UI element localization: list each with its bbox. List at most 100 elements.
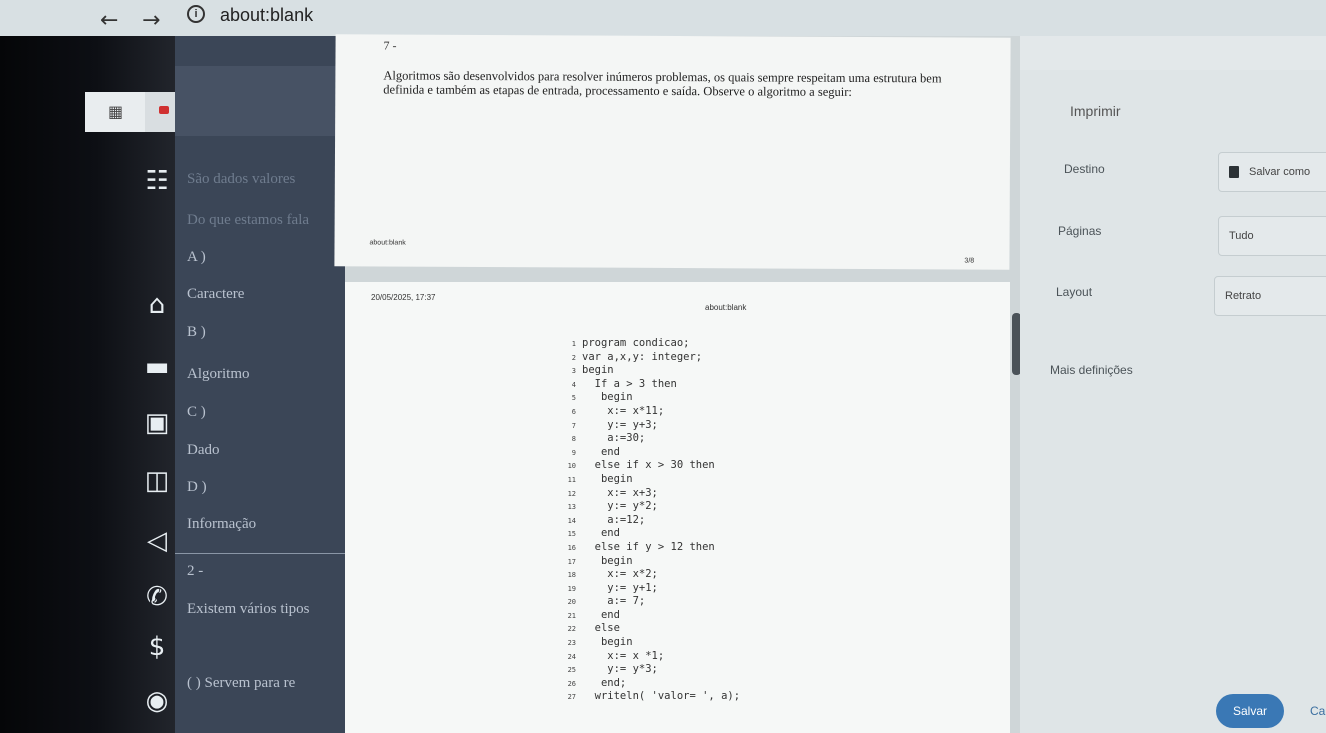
apps-tile[interactable]: ▦ bbox=[85, 92, 145, 132]
line-number: 24 bbox=[567, 652, 576, 661]
code-text: x:= x+3; bbox=[582, 486, 658, 499]
browser-toolbar: ← → i about:blank bbox=[0, 0, 1326, 36]
question-text: Algoritmos são desenvolvidos para resolv… bbox=[383, 68, 942, 99]
option-a-answer[interactable]: Caractere bbox=[187, 286, 244, 303]
line-number: 21 bbox=[567, 611, 576, 620]
code-line: 7 y:= y+3; bbox=[560, 419, 740, 433]
left-sidebar: ▦ ☷ ⌂ ▬ ▣ ◫ ◁ ✆ $ ◉ bbox=[0, 36, 175, 733]
save-button[interactable]: Salvar bbox=[1216, 694, 1284, 728]
code-line: 14 a:=12; bbox=[560, 514, 740, 528]
line-number: 17 bbox=[567, 557, 576, 566]
code-line: 16 else if y > 12 then bbox=[560, 541, 740, 555]
code-text: end bbox=[582, 527, 620, 540]
question-2-item[interactable]: ( ) Servem para re bbox=[187, 675, 295, 692]
red-badge-icon bbox=[159, 106, 169, 114]
line-number: 14 bbox=[567, 516, 576, 525]
code-line: 25 y:= y*3; bbox=[560, 663, 740, 677]
layout-select[interactable]: Retrato bbox=[1214, 276, 1326, 316]
pages-label: Páginas bbox=[1058, 224, 1102, 238]
code-line: 18 x:= x*2; bbox=[560, 568, 740, 582]
code-line: 12 x:= x+3; bbox=[560, 487, 740, 501]
option-a-label: A ) bbox=[187, 249, 206, 265]
code-text: else bbox=[582, 622, 620, 635]
site-info-icon[interactable]: i bbox=[187, 5, 205, 23]
option-c-label: C ) bbox=[187, 404, 206, 420]
question-2-number: 2 - bbox=[187, 563, 204, 579]
line-number: 23 bbox=[567, 639, 576, 648]
line-number: 8 bbox=[571, 435, 576, 444]
page-footer-url: about:blank bbox=[369, 239, 406, 247]
megaphone-icon[interactable]: ◁ bbox=[140, 526, 174, 556]
line-number: 13 bbox=[567, 503, 576, 512]
code-text: program condicao; bbox=[582, 337, 690, 349]
back-arrow-icon[interactable]: ← bbox=[100, 8, 118, 33]
option-b-answer[interactable]: Algoritmo bbox=[187, 366, 250, 383]
code-text: x:= x*11; bbox=[582, 404, 665, 417]
destination-select[interactable]: Salvar como bbox=[1218, 152, 1326, 192]
page-header-date: 20/05/2025, 17:37 bbox=[371, 293, 436, 302]
code-text: begin bbox=[582, 636, 633, 649]
code-line: 11 begin bbox=[560, 473, 740, 487]
code-line: 1 program condicao; bbox=[560, 337, 740, 351]
line-number: 1 bbox=[571, 340, 576, 348]
code-text: x:= x*2; bbox=[582, 568, 658, 581]
code-text: else if y > 12 then bbox=[582, 540, 715, 553]
code-text: y:= y+3; bbox=[582, 418, 658, 431]
code-text: a:=12; bbox=[582, 513, 646, 526]
line-number: 12 bbox=[567, 489, 576, 498]
line-number: 10 bbox=[567, 462, 576, 471]
phone-icon[interactable]: ✆ bbox=[140, 582, 174, 612]
print-preview-page-2: 20/05/2025, 17:37 about:blank 1 program c… bbox=[345, 282, 1010, 733]
code-line: 27 writeln( 'valor= ', a); bbox=[560, 690, 740, 704]
cancel-button[interactable]: Ca bbox=[1310, 704, 1325, 718]
home-icon[interactable]: ⌂ bbox=[140, 290, 174, 320]
print-preview-page-1: 7 - Algoritmos são desenvolvidos para re… bbox=[334, 34, 1011, 270]
tab-tile[interactable] bbox=[145, 92, 175, 132]
code-text: begin bbox=[582, 472, 633, 485]
code-text: end; bbox=[582, 676, 627, 689]
destination-label: Destino bbox=[1064, 162, 1105, 176]
code-line: 17 begin bbox=[560, 555, 740, 569]
code-line: 23 begin bbox=[560, 636, 740, 650]
chat-icon[interactable]: ◉ bbox=[140, 686, 174, 716]
code-line: 26 end; bbox=[560, 677, 740, 691]
code-line: 2 var a,x,y: integer; bbox=[560, 351, 740, 365]
code-text: begin bbox=[582, 391, 633, 404]
code-text: var a,x,y: integer; bbox=[582, 350, 703, 363]
line-number: 11 bbox=[567, 475, 576, 484]
pages-select[interactable]: Tudo bbox=[1218, 216, 1326, 256]
code-text: y:= y*2; bbox=[582, 500, 658, 513]
code-text: y:= y*3; bbox=[582, 663, 658, 676]
menu-grid-icon[interactable]: ☷ bbox=[140, 166, 174, 196]
document-icon bbox=[1229, 166, 1239, 179]
option-c-answer[interactable]: Dado bbox=[187, 442, 220, 459]
graduation-cap-icon[interactable]: ▬ bbox=[140, 352, 174, 382]
dialog-title: Imprimir bbox=[1070, 103, 1121, 119]
address-bar[interactable]: about:blank bbox=[220, 5, 313, 26]
code-text: begin bbox=[582, 364, 614, 377]
divider bbox=[175, 553, 345, 554]
option-d-answer[interactable]: Informação bbox=[187, 516, 256, 533]
more-settings-toggle[interactable]: Mais definições bbox=[1050, 363, 1133, 377]
line-number: 20 bbox=[567, 598, 576, 607]
code-text: y:= y+1; bbox=[582, 581, 658, 594]
line-number: 16 bbox=[567, 543, 576, 552]
code-line: 24 x:= x *1; bbox=[560, 650, 740, 664]
quiz-header-blur bbox=[175, 66, 345, 136]
dollar-icon[interactable]: $ bbox=[140, 632, 174, 662]
layout-value: Retrato bbox=[1225, 290, 1262, 302]
forward-arrow-icon[interactable]: → bbox=[142, 8, 160, 33]
layout-label: Layout bbox=[1056, 285, 1093, 299]
code-text: end bbox=[582, 608, 620, 621]
question-number: 7 - bbox=[383, 38, 397, 53]
briefcase-icon[interactable]: ▣ bbox=[140, 408, 174, 438]
question-2-text: Existem vários tipos bbox=[187, 601, 310, 617]
code-text: If a > 3 then bbox=[582, 377, 677, 390]
line-number: 26 bbox=[567, 679, 576, 688]
quiz-question-line: Do que estamos fala bbox=[187, 212, 310, 228]
option-d-label: D ) bbox=[187, 479, 207, 495]
code-text: else if x > 30 then bbox=[582, 459, 715, 472]
code-line: 13 y:= y*2; bbox=[560, 500, 740, 514]
code-text: a:=30; bbox=[582, 432, 646, 445]
book-icon[interactable]: ◫ bbox=[140, 466, 174, 496]
